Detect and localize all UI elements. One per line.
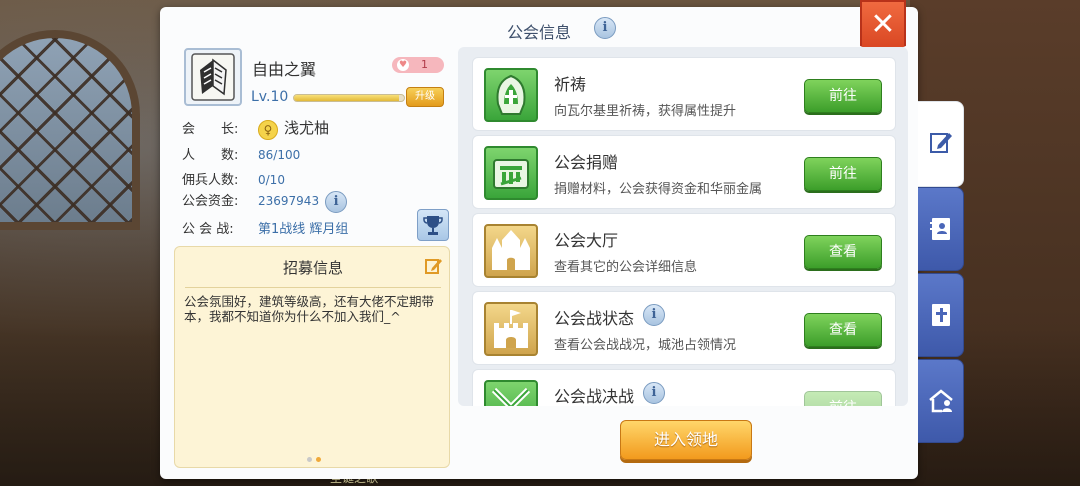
female-icon: ♀: [258, 119, 278, 140]
page-dot: [307, 457, 312, 462]
item-name: 公会捐赠: [554, 153, 619, 172]
title-info-button[interactable]: i: [594, 16, 616, 39]
war-final-go-button[interactable]: 前往: [804, 391, 882, 406]
mercs-row: 佣兵人数: 0/10: [182, 169, 285, 188]
guild-info-panel: 公会信息 i ✕ 自由之翼 ♥ 1 Lv.10 升级 会 长: ♀ 浅尤柚 人 数:…: [160, 0, 918, 479]
donate-go-button[interactable]: 前往: [804, 157, 882, 191]
leader-row: 会 长: ♀ 浅尤柚: [182, 117, 329, 140]
pray-icon: [484, 68, 538, 122]
info-icon: i: [325, 190, 348, 213]
item-name: 公会战决战: [554, 387, 635, 406]
funds-row: 公会资金: 23697943 i: [182, 190, 348, 213]
recruit-text: 公会氛围好，建筑等级高，还有大佬不定期带本，我都不知道你为什么不加入我们_^: [184, 294, 435, 324]
item-name: 公会战状态: [554, 309, 635, 328]
info-icon: i: [643, 382, 665, 404]
members-label: 人 数:: [182, 148, 239, 163]
war-label: 公 会 战:: [182, 222, 234, 237]
trophy-button[interactable]: [417, 209, 449, 241]
trophy-icon: [423, 216, 443, 235]
war-status-info-button[interactable]: i: [643, 303, 665, 326]
tab-bible[interactable]: [918, 273, 964, 357]
guild-rank: 1: [421, 58, 428, 71]
item-name: 公会大厅: [554, 231, 619, 250]
item-desc: 向瓦尔基里祈祷，获得属性提升: [554, 104, 737, 119]
item-desc: 查看公会战战况，城池占领情况: [554, 338, 737, 353]
fort-icon: [484, 302, 538, 356]
mercs-label: 佣兵人数:: [182, 173, 239, 188]
list-item-pray[interactable]: 祈祷 向瓦尔基里祈祷，获得属性提升 前往: [472, 57, 896, 131]
page-indicator: [305, 447, 323, 466]
list-item-war-final[interactable]: 公会战决战 i 前往: [472, 369, 896, 406]
leader-label: 会 长:: [182, 122, 239, 137]
members-row: 人 数: 86/100: [182, 144, 300, 163]
list-item-guild-hall[interactable]: 公会大厅 查看其它的公会详细信息 查看: [472, 213, 896, 287]
tab-home-people[interactable]: [918, 359, 964, 443]
close-icon: ✕: [870, 7, 896, 42]
scene-window: [0, 30, 140, 230]
crossed-swords-icon: [484, 380, 538, 406]
panel-title: 公会信息: [506, 23, 571, 42]
war-row: 公 会 战: 第1战线 辉月组: [182, 218, 348, 237]
item-desc: 查看其它的公会详细信息: [554, 260, 698, 275]
mercs-count: 0/10: [258, 173, 285, 187]
tab-contacts[interactable]: [918, 187, 964, 271]
list-item-war-status[interactable]: 公会战状态 i 查看公会战战况，城池占领情况 查看: [472, 291, 896, 365]
war-value: 第1战线 辉月组: [258, 222, 349, 237]
guild-rank-badge: ♥ 1: [392, 57, 444, 73]
funds-label: 公会资金:: [182, 194, 239, 209]
guild-emblem[interactable]: [184, 48, 242, 106]
info-icon: i: [594, 17, 616, 39]
guild-name: 自由之翼: [252, 60, 317, 79]
tab-edit[interactable]: [918, 101, 964, 187]
home-people-icon: [928, 389, 953, 413]
recruit-edit-button[interactable]: [425, 257, 443, 279]
page-dot-active: [316, 457, 321, 462]
item-desc: 捐赠材料，公会获得资金和华丽金属: [554, 182, 763, 197]
donate-icon: [484, 146, 538, 200]
edit-icon: [425, 259, 442, 274]
rank-icon: ♥: [397, 59, 409, 71]
members-count: 86/100: [258, 148, 301, 162]
war-status-view-button[interactable]: 查看: [804, 313, 882, 347]
edit-icon: [929, 133, 952, 153]
recruit-title: 招募信息: [282, 259, 343, 277]
enter-territory-button[interactable]: 进入领地: [620, 420, 752, 460]
guild-exp-bar: [293, 94, 405, 102]
war-final-info-button[interactable]: i: [643, 381, 665, 404]
guild-exp-fill: [294, 95, 399, 101]
contacts-icon: [929, 218, 950, 240]
item-name: 祈祷: [554, 75, 587, 94]
pray-go-button[interactable]: 前往: [804, 79, 882, 113]
funds-value: 23697943: [258, 194, 320, 208]
recruit-divider: [185, 287, 441, 288]
info-icon: i: [643, 304, 665, 326]
funds-info-button[interactable]: i: [325, 190, 348, 213]
recruit-info-box: 招募信息 公会氛围好，建筑等级高，还有大佬不定期带本，我都不知道你为什么不加入我…: [174, 246, 450, 468]
guild-level: Lv.10: [251, 89, 289, 105]
guild-hall-view-button[interactable]: 查看: [804, 235, 882, 269]
leader-name[interactable]: 浅尤柚: [284, 119, 329, 137]
list-item-donate[interactable]: 公会捐赠 捐赠材料，公会获得资金和华丽金属 前往: [472, 135, 896, 209]
bible-icon: [931, 304, 950, 326]
wings-emblem-icon: [191, 53, 235, 101]
feature-list[interactable]: 祈祷 向瓦尔基里祈祷，获得属性提升 前往 公会捐赠 捐赠材料，公会获得资金和华丽…: [458, 47, 908, 406]
upgrade-button[interactable]: 升级: [406, 87, 444, 107]
castle-icon: [484, 224, 538, 278]
